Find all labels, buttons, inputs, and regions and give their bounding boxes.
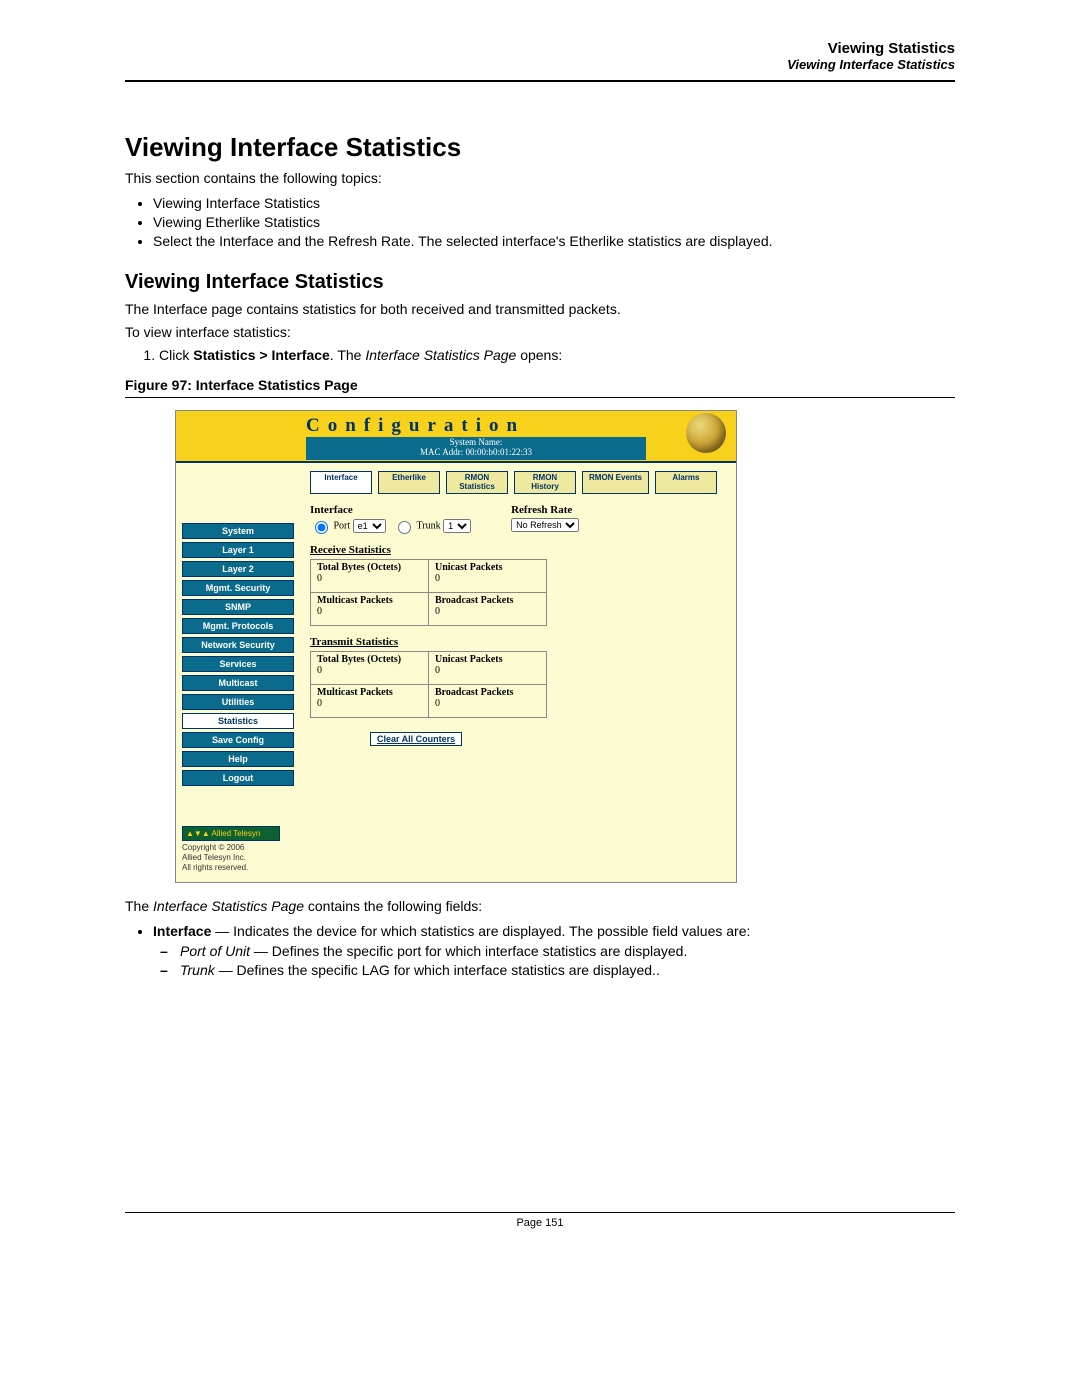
para-lead: To view interface statistics: [125,323,955,343]
running-header: Viewing Statistics Viewing Interface Sta… [125,40,965,72]
header-title: Viewing Statistics [125,40,955,57]
step-1: Click Statistics > Interface. The Interf… [159,347,955,363]
page-number: Page 151 [125,1217,955,1229]
topic-item: Select the Interface and the Refresh Rat… [153,233,955,249]
port-radio[interactable] [315,521,328,534]
refresh-control-group: Refresh Rate No Refresh [511,504,579,532]
sidebar-item-services[interactable]: Services [182,656,294,672]
mac-address: MAC Addr: 00:00:b0:01:22:33 [306,448,646,458]
sidebar-item-multicast[interactable]: Multicast [182,675,294,691]
port-select[interactable]: e1 [353,519,386,533]
ui-sidebar: System Layer 1 Layer 2 Mgmt. Security SN… [176,463,300,882]
h1-main: Viewing Interface Statistics [125,132,955,163]
page-footer: Page 151 [125,1212,955,1229]
configuration-title: Configuration [176,411,525,437]
sidebar-item-utilities[interactable]: Utilities [182,694,294,710]
embedded-screenshot: Configuration System Name: MAC Addr: 00:… [175,410,737,883]
controls-row: Interface Port e1 Trunk 1 Refresh Rate [310,504,726,534]
ui-content: Interface Etherlike RMONStatistics RMONH… [300,463,736,882]
receive-table: Total Bytes (Octets)0 Unicast Packets0 M… [310,559,547,626]
topic-item: Viewing Interface Statistics [153,195,955,211]
para-desc: The Interface page contains statistics f… [125,300,955,320]
sidebar-item-help[interactable]: Help [182,751,294,767]
refresh-select[interactable]: No Refresh [511,518,579,532]
after-fig-lead: The Interface Statistics Page contains t… [125,897,955,917]
sidebar-item-statistics[interactable]: Statistics [182,713,294,729]
fig-rule [125,397,955,398]
tab-rmon-history[interactable]: RMONHistory [514,471,576,495]
trunk-label: Trunk [417,521,441,532]
port-label: Port [334,521,351,532]
h2-sub: Viewing Interface Statistics [125,271,955,294]
sidebar-item-snmp[interactable]: SNMP [182,599,294,615]
tab-interface[interactable]: Interface [310,471,372,495]
trunk-radio[interactable] [398,521,411,534]
steps-list: Click Statistics > Interface. The Interf… [125,347,955,363]
topics-list: Viewing Interface Statistics Viewing Eth… [125,195,955,249]
sidebar-item-layer2[interactable]: Layer 2 [182,561,294,577]
tab-rmon-statistics[interactable]: RMONStatistics [446,471,508,495]
interface-control-group: Interface Port e1 Trunk 1 [310,504,471,534]
header-subtitle: Viewing Interface Statistics [125,57,955,72]
footer-rule [125,1212,955,1213]
sidebar-item-system[interactable]: System [182,523,294,539]
sidebar-item-logout[interactable]: Logout [182,770,294,786]
receive-heading: Receive Statistics [310,544,726,556]
transmit-table: Total Bytes (Octets)0 Unicast Packets0 M… [310,651,547,718]
topic-item: Viewing Etherlike Statistics [153,214,955,230]
intro-para: This section contains the following topi… [125,169,955,189]
globe-icon [686,413,726,453]
sidebar-footer: ▲▼▲ Allied Telesyn Copyright © 2006 Alli… [182,826,294,872]
ui-topbar: Configuration System Name: MAC Addr: 00:… [176,411,736,463]
sidebar-item-save-config[interactable]: Save Config [182,732,294,748]
interface-label: Interface [310,504,471,516]
tabs-row: Interface Etherlike RMONStatistics RMONH… [310,471,726,495]
header-rule [125,80,955,82]
field-value-port: Port of Unit — Defines the specific port… [180,943,955,959]
clear-all-counters-button[interactable]: Clear All Counters [370,732,462,746]
tab-alarms[interactable]: Alarms [655,471,717,495]
fields-list: Interface — Indicates the device for whi… [125,923,955,939]
sidebar-item-layer1[interactable]: Layer 1 [182,542,294,558]
sidebar-item-mgmt-security[interactable]: Mgmt. Security [182,580,294,596]
system-info-bar: System Name: MAC Addr: 00:00:b0:01:22:33 [306,437,646,460]
figure-caption: Figure 97: Interface Statistics Page [125,377,955,393]
trunk-select[interactable]: 1 [443,519,471,533]
tab-etherlike[interactable]: Etherlike [378,471,440,495]
brand-logo: ▲▼▲ Allied Telesyn [182,826,280,842]
sidebar-item-network-security[interactable]: Network Security [182,637,294,653]
field-values-list: Port of Unit — Defines the specific port… [125,943,955,978]
refresh-label: Refresh Rate [511,504,579,516]
tab-rmon-events[interactable]: RMON Events [582,471,649,495]
field-interface: Interface — Indicates the device for whi… [153,923,955,939]
field-value-trunk: Trunk — Defines the specific LAG for whi… [180,962,955,978]
sidebar-item-mgmt-protocols[interactable]: Mgmt. Protocols [182,618,294,634]
transmit-heading: Transmit Statistics [310,636,726,648]
